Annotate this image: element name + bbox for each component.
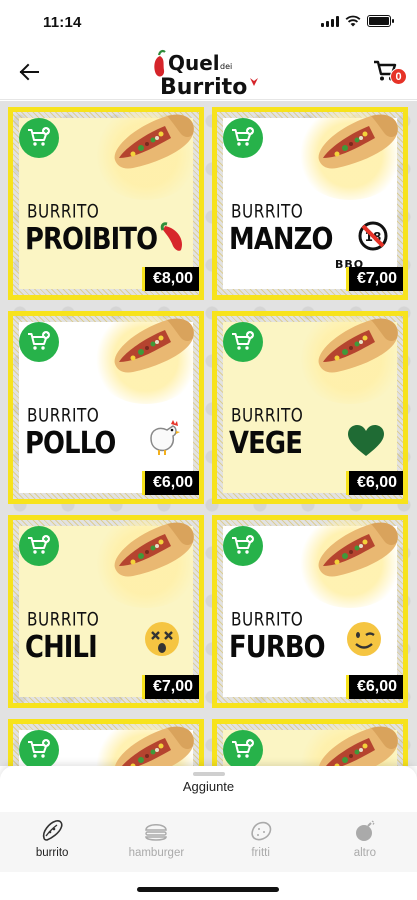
chicken-icon [143, 416, 185, 462]
bottom-sheet[interactable]: Aggiunte burrito hamburger fritti altro [0, 766, 417, 900]
product-name: PROIBITO [25, 222, 158, 257]
add-to-cart-button[interactable] [19, 730, 59, 766]
battery-icon [367, 15, 394, 27]
logo-line1: Quel [168, 51, 220, 75]
product-price: €8,00 [141, 267, 199, 291]
cart-plus-icon [28, 739, 50, 758]
cart-plus-icon [28, 127, 50, 146]
dizzy-face-icon [143, 620, 181, 662]
logo-line2: Burrito [160, 75, 247, 98]
cart-button[interactable]: 0 [373, 60, 407, 88]
no-18-icon: 18 [357, 220, 389, 256]
product-category: BURRITO [27, 201, 100, 223]
winking-face-icon [345, 620, 383, 662]
product-grid-area[interactable]: BURRITO PROIBITO €8,00 BURRITO MANZO BBQ… [0, 101, 417, 766]
status-bar: 11:14 [0, 0, 417, 44]
sheet-title: Aggiunte [182, 779, 235, 794]
wifi-icon [345, 15, 361, 27]
tab-label: hamburger [128, 847, 185, 859]
product-card-partial[interactable] [8, 719, 204, 766]
back-button[interactable] [14, 57, 44, 87]
product-category: BURRITO [231, 405, 304, 427]
arrow-left-icon [19, 63, 39, 81]
tab-label: fritti [251, 847, 270, 859]
tab-altro[interactable]: altro [313, 812, 417, 872]
tab-hamburger[interactable]: hamburger [104, 812, 208, 872]
cart-plus-icon [232, 535, 254, 554]
product-name: MANZO [229, 222, 333, 257]
burrito-image [115, 726, 194, 766]
cart-count-badge: 0 [390, 68, 407, 85]
chili-pepper-icon [155, 220, 189, 258]
burrito-image [114, 522, 194, 577]
cart-plus-icon [232, 127, 254, 146]
product-grid: BURRITO PROIBITO €8,00 BURRITO MANZO BBQ… [8, 107, 408, 766]
product-category: BURRITO [231, 609, 304, 631]
tab-label: burrito [35, 847, 69, 859]
home-indicator [137, 887, 279, 892]
tab-burrito[interactable]: burrito [0, 812, 104, 872]
status-time: 11:14 [43, 14, 82, 31]
burrito-image [114, 318, 194, 373]
tab-label: altro [353, 847, 377, 859]
product-card-manzo[interactable]: BURRITO MANZO BBQ 18 €7,00 [212, 107, 408, 300]
add-to-cart-button[interactable] [19, 526, 59, 566]
product-category: BURRITO [27, 405, 100, 427]
potato-icon [251, 821, 271, 841]
bomb-icon [355, 820, 375, 841]
hamburger-icon [145, 823, 168, 841]
category-tab-bar: burrito hamburger fritti altro [0, 812, 417, 872]
cart-plus-icon [28, 331, 50, 350]
product-card-vege[interactable]: BURRITO VEGE €6,00 [212, 311, 408, 504]
product-card-chili[interactable]: BURRITO CHILI €7,00 [8, 515, 204, 708]
add-to-cart-button[interactable] [19, 118, 59, 158]
product-category: BURRITO [231, 201, 304, 223]
status-icons [321, 15, 394, 27]
cart-plus-icon [232, 739, 254, 758]
add-to-cart-button[interactable] [223, 118, 263, 158]
product-card-pollo[interactable]: BURRITO POLLO €6,00 [8, 311, 204, 504]
brand-logo: Quel dei Burrito [150, 48, 268, 100]
product-price: €6,00 [345, 471, 403, 495]
burrito-image [319, 726, 398, 766]
product-price: €7,00 [141, 675, 199, 699]
product-name: POLLO [25, 426, 116, 461]
add-to-cart-button[interactable] [223, 730, 263, 766]
add-to-cart-button[interactable] [19, 322, 59, 362]
product-name: FURBO [229, 630, 326, 665]
green-heart-icon [347, 424, 385, 462]
add-to-cart-button[interactable] [223, 526, 263, 566]
burrito-image [318, 114, 398, 169]
product-card-furbo[interactable]: BURRITO FURBO €6,00 [212, 515, 408, 708]
product-card-partial[interactable] [212, 719, 408, 766]
burrito-image [318, 318, 398, 373]
product-price: €6,00 [345, 675, 403, 699]
product-price: €7,00 [345, 267, 403, 291]
add-to-cart-button[interactable] [223, 322, 263, 362]
sheet-drag-handle[interactable] [193, 772, 225, 776]
signal-icon [321, 15, 339, 27]
burrito-image [318, 522, 398, 577]
product-category: BURRITO [27, 609, 100, 631]
tab-fritti[interactable]: fritti [209, 812, 313, 872]
product-card-proibito[interactable]: BURRITO PROIBITO €8,00 [8, 107, 204, 300]
app-header: Quel dei Burrito 0 [0, 44, 417, 100]
cart-plus-icon [232, 331, 254, 350]
product-name: CHILI [25, 630, 98, 665]
product-name: VEGE [229, 426, 303, 461]
logo-small: dei [220, 62, 232, 71]
burrito-icon [42, 820, 63, 841]
cart-plus-icon [28, 535, 50, 554]
burrito-image [114, 114, 194, 169]
product-price: €6,00 [141, 471, 199, 495]
